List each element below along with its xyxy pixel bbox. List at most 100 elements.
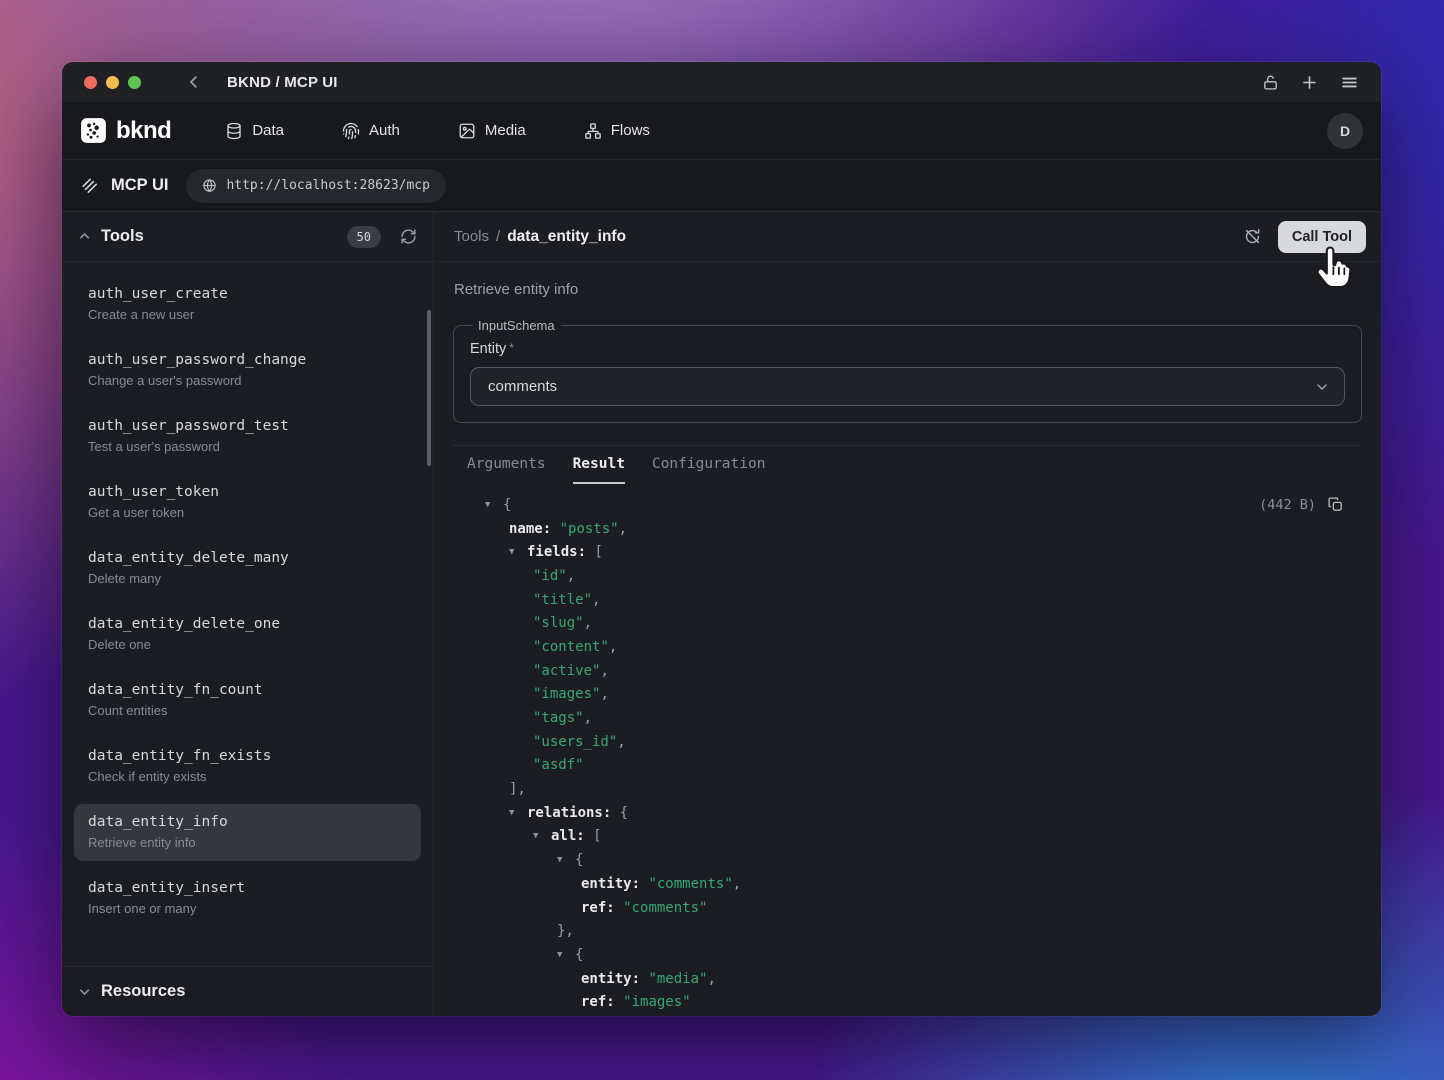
flow-icon	[584, 122, 602, 140]
tool-list-item-auth_user_password_test[interactable]: auth_user_password_test Test a user's pas…	[74, 408, 421, 465]
new-tab-icon[interactable]	[1300, 73, 1319, 92]
tool-detail-header: Tools / data_entity_info Call Tool	[434, 212, 1381, 262]
tool-detail-body: Retrieve entity info InputSchema Entity*…	[434, 262, 1381, 1016]
json-line: entity: "media",	[453, 967, 1362, 991]
caret-down-icon[interactable]: ▼	[557, 950, 575, 960]
server-url: http://localhost:28623/mcp	[226, 178, 430, 193]
json-line: ▼{	[453, 848, 1362, 872]
json-line: entity: "comments",	[453, 872, 1362, 896]
entity-select-value: comments	[488, 378, 1314, 395]
refresh-icon[interactable]	[400, 228, 417, 245]
input-schema-fieldset: InputSchema Entity* comments	[453, 318, 1362, 423]
json-line: "title",	[453, 588, 1362, 612]
required-mark: *	[509, 341, 514, 355]
json-line: "users_id",	[453, 730, 1362, 754]
tool-list-item-data_entity_fn_exists[interactable]: data_entity_fn_existsCheck if entity exi…	[74, 738, 421, 795]
back-icon[interactable]	[185, 73, 203, 91]
tool-name: auth_user_token	[88, 484, 407, 500]
menu-icon[interactable]	[1340, 73, 1359, 92]
tool-name: auth_user_create	[88, 286, 407, 302]
tool-desc: Delete one	[88, 637, 407, 652]
tools-section-header[interactable]: Tools 50	[62, 212, 433, 262]
tool-list-item-data_entity_insert[interactable]: data_entity_insertInsert one or many	[74, 870, 421, 927]
tool-list-item-auth_user_token[interactable]: auth_user_tokenGet a user token	[74, 474, 421, 531]
json-line: ref: "comments"	[453, 896, 1362, 920]
fingerprint-icon	[342, 122, 360, 140]
json-line: ▼{	[453, 493, 1362, 517]
tool-list-item-auth_user_create[interactable]: auth_user_create Create a new user	[74, 276, 421, 333]
tool-name: auth_user_password_change	[88, 352, 407, 368]
tools-count-badge: 50	[347, 226, 381, 248]
result-viewer: (442 B) ▼{name: "posts",▼fields: ["id","…	[453, 484, 1362, 1016]
nav-item-auth[interactable]: Auth	[342, 122, 400, 140]
nav-item-label: Media	[485, 122, 526, 139]
nav-item-label: Auth	[369, 122, 400, 139]
user-avatar[interactable]: D	[1327, 113, 1363, 149]
resources-section-header[interactable]: Resources	[62, 966, 433, 1016]
json-tree: ▼{name: "posts",▼fields: ["id","title","…	[453, 493, 1362, 1014]
tab-arguments[interactable]: Arguments	[467, 446, 546, 484]
app-window: BKND / MCP UI bknd Data Auth Media Flows D	[62, 62, 1381, 1016]
breadcrumb-separator: /	[496, 228, 500, 245]
json-line: "content",	[453, 635, 1362, 659]
tool-list-item-data_entity_delete_one[interactable]: data_entity_delete_oneDelete one	[74, 606, 421, 663]
result-tabs: Arguments Result Configuration	[453, 445, 1362, 484]
nav-item-data[interactable]: Data	[225, 122, 284, 140]
result-size: (442 B)	[1259, 497, 1316, 513]
tool-desc: Count entities	[88, 703, 407, 718]
tool-name: data_entity_insert	[88, 880, 407, 896]
input-schema-legend: InputSchema	[472, 318, 561, 333]
json-line: name: "posts",	[453, 517, 1362, 541]
caret-down-icon[interactable]: ▼	[557, 855, 575, 865]
tool-name: auth_user_password_test	[88, 418, 407, 434]
tools-section-title: Tools	[101, 227, 144, 246]
tool-desc: Create a new user	[88, 307, 407, 322]
call-tool-button[interactable]: Call Tool	[1278, 221, 1366, 253]
tab-result[interactable]: Result	[573, 446, 625, 484]
nav-item-label: Data	[252, 122, 284, 139]
caret-down-icon[interactable]: ▼	[533, 831, 551, 841]
tool-list-item-data_entity_info[interactable]: data_entity_infoRetrieve entity info	[74, 804, 421, 861]
minimize-window-button[interactable]	[106, 76, 119, 89]
json-line: ▼fields: [	[453, 540, 1362, 564]
bknd-logo-icon	[80, 117, 107, 144]
entity-select[interactable]: comments	[470, 367, 1345, 406]
auto-refresh-off-icon[interactable]	[1243, 227, 1262, 246]
tool-list-item-data_entity_fn_count[interactable]: data_entity_fn_countCount entities	[74, 672, 421, 729]
nav-item-flows[interactable]: Flows	[584, 122, 650, 140]
json-line: ▼all: [	[453, 825, 1362, 849]
json-line: ],	[453, 777, 1362, 801]
breadcrumb-current: data_entity_info	[507, 228, 626, 246]
sidebar-scrollbar[interactable]	[427, 310, 431, 466]
nav-items: Data Auth Media Flows	[225, 122, 650, 140]
lock-open-icon[interactable]	[1262, 74, 1279, 91]
tools-sidebar: Tools 50 auth_user_create Create a new us…	[62, 212, 434, 1016]
tool-list-item-auth_user_password_change[interactable]: auth_user_password_change Change a user's…	[74, 342, 421, 399]
server-url-pill[interactable]: http://localhost:28623/mcp	[186, 169, 446, 203]
tool-desc: Change a user's password	[88, 373, 407, 388]
tool-desc: Delete many	[88, 571, 407, 586]
close-window-button[interactable]	[84, 76, 97, 89]
window-title: BKND / MCP UI	[227, 74, 338, 91]
tool-detail-panel: Tools / data_entity_info Call Tool Retri…	[434, 212, 1381, 1016]
json-line: ▼{	[453, 943, 1362, 967]
json-line: ref: "images"	[453, 990, 1362, 1014]
caret-down-icon[interactable]: ▼	[485, 500, 503, 510]
tool-desc: Test a user's password	[88, 439, 407, 454]
tool-desc: Retrieve entity info	[88, 835, 407, 850]
caret-down-icon[interactable]: ▼	[509, 808, 527, 818]
globe-icon	[202, 178, 217, 193]
database-icon	[225, 122, 243, 140]
image-icon	[458, 122, 476, 140]
tool-description: Retrieve entity info	[453, 281, 1362, 298]
breadcrumb-section[interactable]: Tools	[454, 228, 489, 245]
copy-icon[interactable]	[1327, 496, 1344, 513]
caret-down-icon[interactable]: ▼	[509, 547, 527, 557]
tool-list-item-data_entity_delete_many[interactable]: data_entity_delete_manyDelete many	[74, 540, 421, 597]
desktop-background: { "titlebar": { "title": "BKND / MCP UI"…	[0, 0, 1444, 1080]
brand-logo[interactable]: bknd	[80, 117, 171, 145]
traffic-lights	[84, 76, 141, 89]
tab-configuration[interactable]: Configuration	[652, 446, 766, 484]
maximize-window-button[interactable]	[128, 76, 141, 89]
nav-item-media[interactable]: Media	[458, 122, 526, 140]
